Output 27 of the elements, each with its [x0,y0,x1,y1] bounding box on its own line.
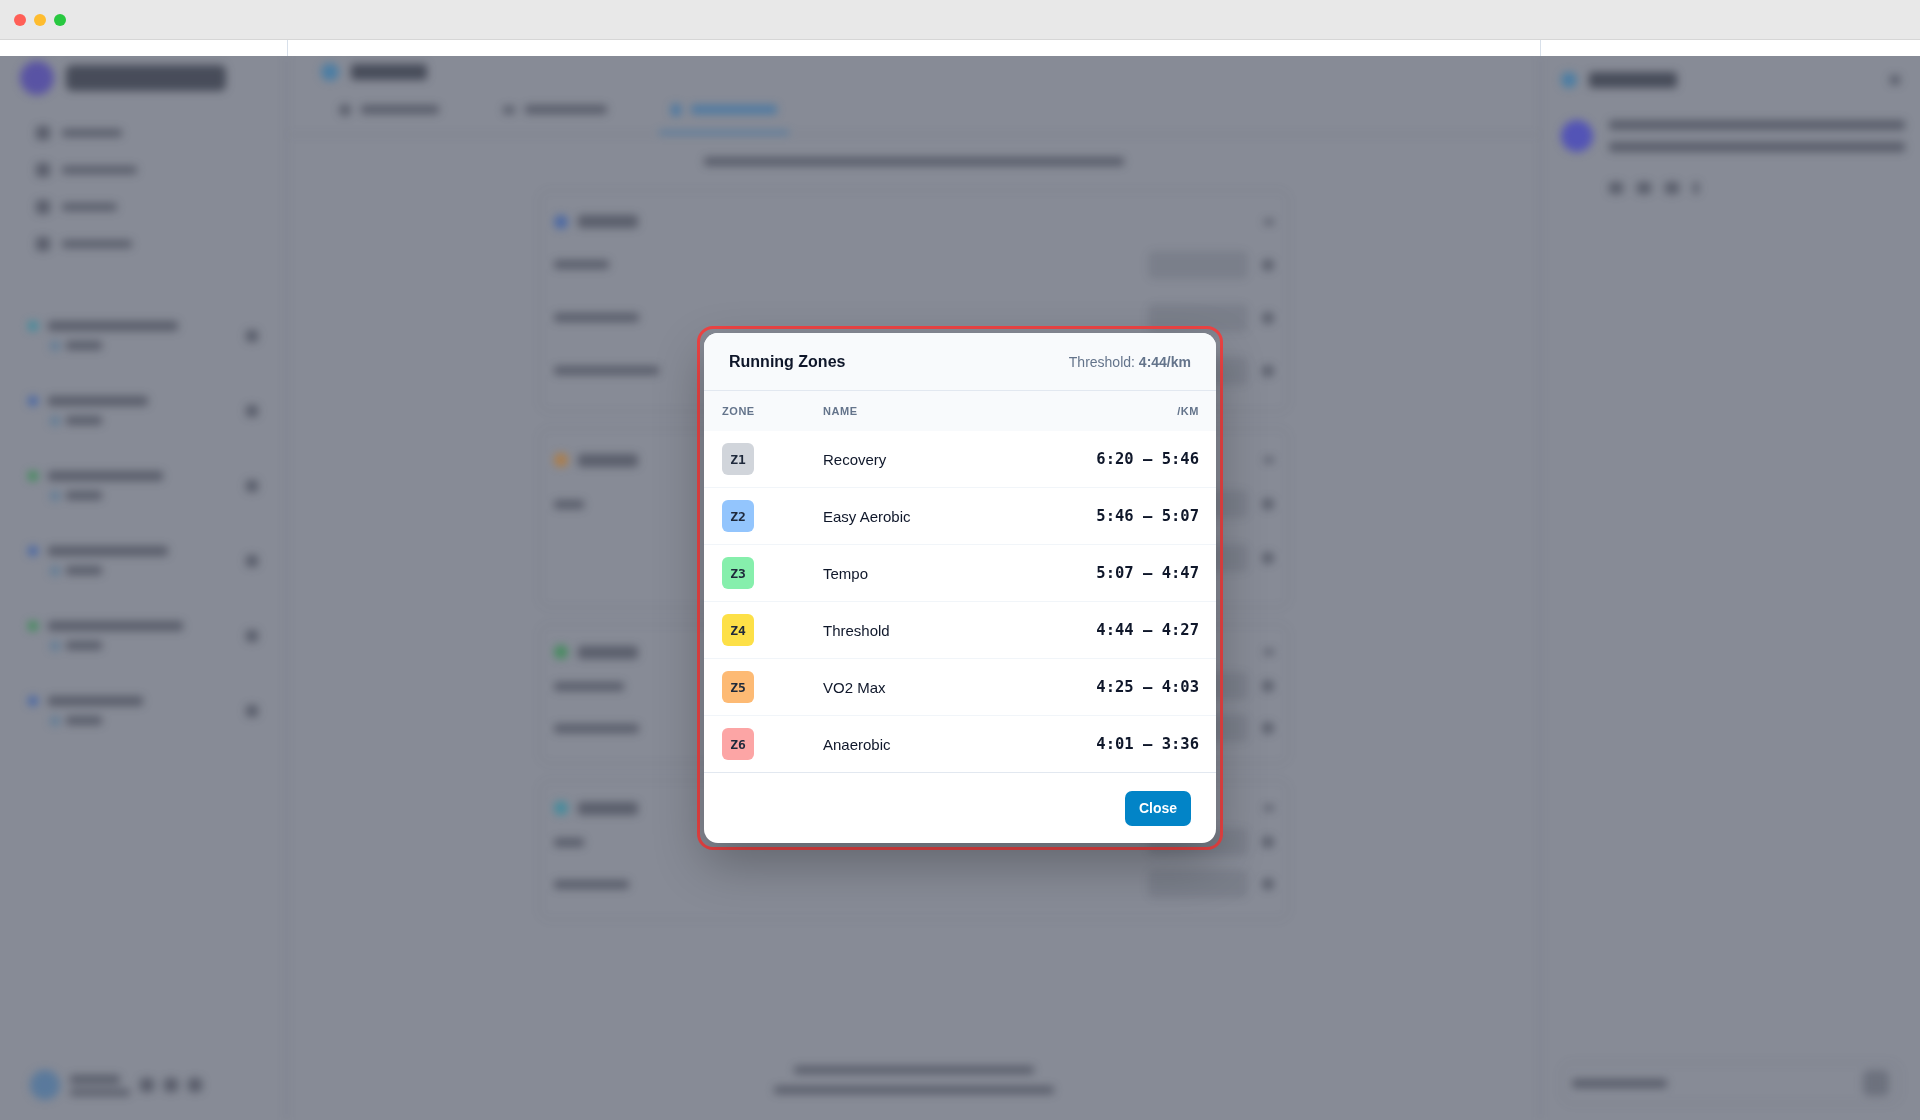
minimize-dot-icon[interactable] [34,13,46,26]
dialog-title: Running Zones [729,352,846,371]
zone-name: Threshold [823,621,891,639]
threshold-label: Threshold: 4:44/km [1068,353,1191,370]
close-dot-icon[interactable] [14,13,26,26]
pace-range: 4:25 – 4:03 [1096,678,1199,696]
pace-range: 4:01 – 3:36 [1096,735,1199,753]
column-header: /KM [1177,405,1199,417]
column-header: NAME [823,405,858,417]
zone-badge: Z5 [722,671,754,703]
zone-badge: Z6 [722,728,754,760]
zone-name: Easy Aerobic [823,507,912,525]
pace-range: 6:20 – 5:46 [1096,450,1199,468]
pace-range: 5:07 – 4:47 [1096,564,1199,582]
zoom-dot-icon[interactable] [54,13,66,26]
pace-range: 5:46 – 5:07 [1096,507,1199,525]
zone-badge: Z1 [722,443,754,475]
column-header: ZONE [722,405,755,417]
zone-name: Recovery [823,450,888,468]
close-button[interactable]: Close [1124,790,1191,826]
zone-badge: Z2 [722,500,754,532]
zone-name: Tempo [823,564,870,582]
zone-name: VO2 Max [823,678,887,696]
zone-badge: Z4 [722,614,754,646]
zone-badge: Z3 [722,557,754,589]
zone-name: Anaerobic [823,735,892,753]
pace-range: 4:44 – 4:27 [1096,621,1199,639]
